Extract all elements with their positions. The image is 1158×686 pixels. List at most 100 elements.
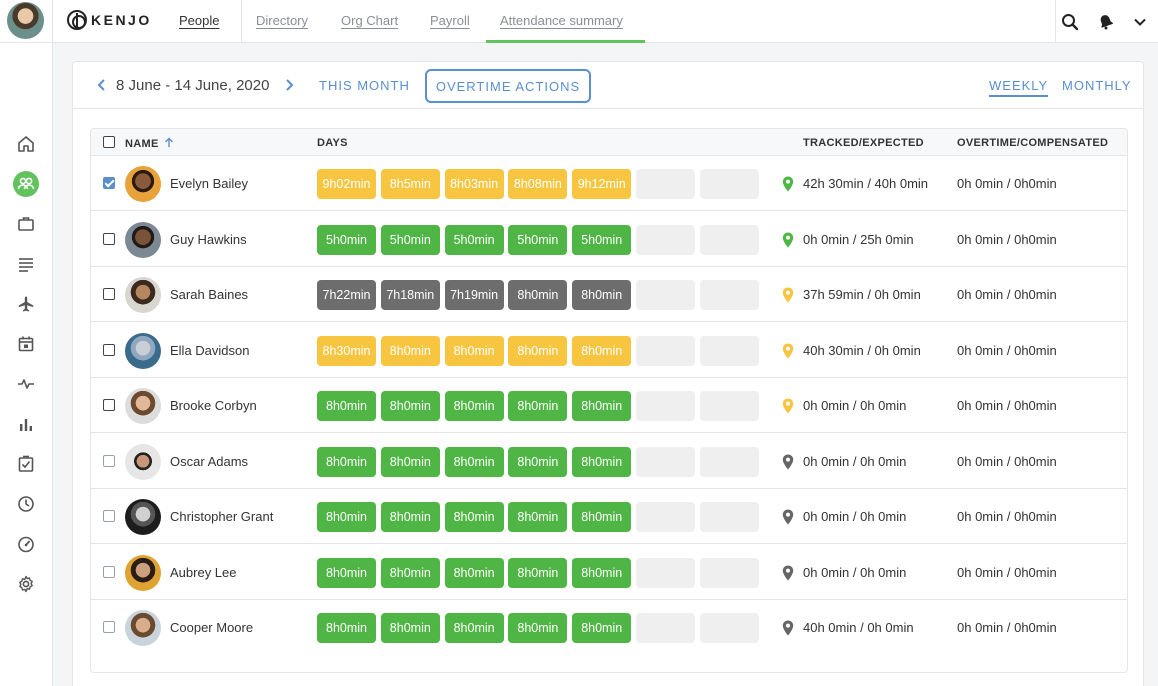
day-cell[interactable] [699, 502, 759, 532]
day-cell[interactable]: 8h0min [380, 613, 440, 643]
people-icon[interactable] [13, 171, 39, 197]
day-cell[interactable]: 8h0min [572, 335, 632, 366]
day-cell[interactable]: 8h0min [508, 280, 568, 310]
activity-icon[interactable] [13, 371, 39, 397]
day-cell[interactable]: 8h0min [444, 446, 504, 477]
day-cell[interactable]: 8h0min [444, 391, 504, 421]
day-cell[interactable] [636, 224, 695, 255]
search-icon[interactable] [1056, 8, 1084, 36]
day-cell[interactable]: 8h0min [572, 557, 632, 588]
nav-people[interactable]: People [179, 13, 219, 28]
day-cell[interactable]: 5h0min [380, 224, 440, 255]
table-row[interactable]: Guy Hawkins 5h0min 5h0min 5h0min 5h0min 5h0mi… [91, 212, 1127, 267]
clock-icon[interactable] [13, 491, 39, 517]
employee-name[interactable]: Brooke Corbyn [170, 398, 257, 413]
day-cell[interactable] [699, 335, 759, 366]
table-row[interactable]: Christopher Grant 8h0min 8h0min 8h0min 8h0mi… [91, 489, 1127, 544]
row-checkbox[interactable] [103, 232, 115, 245]
day-cell[interactable] [636, 335, 695, 366]
day-cell[interactable]: 8h0min [572, 280, 632, 310]
home-icon[interactable] [13, 131, 39, 157]
kenjo-logo[interactable]: KENJO [67, 10, 152, 30]
day-cell[interactable]: 8h5min [380, 169, 440, 199]
day-cell[interactable] [636, 391, 695, 421]
row-checkbox[interactable] [103, 343, 115, 356]
day-cell[interactable]: 8h30min [317, 335, 376, 366]
day-cell[interactable]: 8h0min [572, 391, 632, 421]
day-cell[interactable]: 8h0min [317, 391, 376, 421]
overtime-actions-button[interactable]: OVERTIME ACTIONS [425, 69, 591, 103]
day-cell[interactable] [636, 446, 695, 477]
row-checkbox[interactable] [103, 399, 115, 411]
tab-directory[interactable]: Directory [256, 13, 308, 28]
tab-attendance-summary[interactable]: Attendance summary [500, 13, 623, 28]
this-month-button[interactable]: THIS MONTH [319, 78, 410, 93]
day-cell[interactable] [636, 502, 695, 532]
day-cell[interactable]: 5h0min [444, 224, 504, 255]
employee-name[interactable]: Cooper Moore [170, 620, 253, 635]
employee-name[interactable]: Ella Davidson [170, 343, 250, 358]
day-cell[interactable] [699, 557, 759, 588]
plane-icon[interactable] [13, 291, 39, 317]
name-column-header[interactable]: NAME [125, 137, 174, 150]
employee-name[interactable]: Sarah Baines [170, 287, 248, 302]
checklist-icon[interactable] [13, 451, 39, 477]
row-checkbox[interactable] [103, 454, 115, 467]
row-checkbox[interactable] [103, 177, 115, 189]
select-all-checkbox[interactable] [103, 136, 115, 148]
day-cell[interactable]: 5h0min [317, 224, 376, 255]
day-cell[interactable]: 8h0min [508, 502, 568, 532]
day-cell[interactable]: 8h08min [508, 169, 568, 199]
day-cell[interactable]: 8h0min [317, 502, 376, 532]
tab-payroll[interactable]: Payroll [430, 13, 470, 28]
monthly-toggle[interactable]: MONTHLY [1062, 78, 1132, 93]
calendar-icon[interactable] [13, 331, 39, 357]
day-cell[interactable]: 8h0min [380, 557, 440, 588]
day-cell[interactable] [699, 280, 759, 310]
briefcase-icon[interactable] [13, 211, 39, 237]
day-cell[interactable]: 8h0min [572, 446, 632, 477]
day-cell[interactable] [699, 613, 759, 643]
table-row[interactable]: Evelyn Bailey 9h02min 8h5min 8h03min 8h08min… [91, 156, 1127, 211]
document-icon[interactable] [13, 251, 39, 277]
day-cell[interactable]: 5h0min [572, 224, 632, 255]
day-cell[interactable]: 7h18min [380, 280, 440, 310]
day-cell[interactable] [636, 280, 695, 310]
day-cell[interactable]: 7h22min [317, 280, 376, 310]
day-cell[interactable] [699, 224, 759, 255]
bar-chart-icon[interactable] [13, 411, 39, 437]
day-cell[interactable]: 8h0min [317, 557, 376, 588]
row-checkbox[interactable] [103, 565, 115, 578]
employee-name[interactable]: Oscar Adams [170, 454, 248, 469]
day-cell[interactable] [636, 613, 695, 643]
table-row[interactable]: Aubrey Lee 8h0min 8h0min 8h0min 8h0min 8h0min… [91, 545, 1127, 600]
next-week-chevron-right-icon[interactable] [282, 77, 296, 93]
day-cell[interactable]: 8h0min [380, 391, 440, 421]
day-cell[interactable]: 8h0min [444, 335, 504, 366]
employee-name[interactable]: Aubrey Lee [170, 565, 237, 580]
day-cell[interactable]: 8h0min [317, 446, 376, 477]
day-cell[interactable] [699, 169, 759, 199]
employee-name[interactable]: Evelyn Bailey [170, 176, 248, 191]
day-cell[interactable]: 8h0min [572, 613, 632, 643]
day-cell[interactable]: 8h0min [572, 502, 632, 532]
speedometer-icon[interactable] [13, 531, 39, 557]
employee-name[interactable]: Christopher Grant [170, 509, 273, 524]
table-row[interactable]: Ella Davidson 8h30min 8h0min 8h0min 8h0min 8h… [91, 323, 1127, 378]
day-cell[interactable]: 8h03min [444, 169, 504, 199]
prev-week-chevron-left-icon[interactable] [95, 77, 109, 93]
day-cell[interactable]: 8h0min [444, 502, 504, 532]
chevron-down-icon[interactable] [1126, 8, 1154, 36]
day-cell[interactable]: 8h0min [317, 613, 376, 643]
day-cell[interactable]: 8h0min [380, 446, 440, 477]
day-cell[interactable]: 8h0min [508, 446, 568, 477]
day-cell[interactable]: 5h0min [508, 224, 568, 255]
day-cell[interactable]: 8h0min [444, 557, 504, 588]
table-row[interactable]: Brooke Corbyn 8h0min 8h0min 8h0min 8h0min 8h0… [91, 378, 1127, 433]
row-checkbox[interactable] [103, 510, 115, 522]
day-cell[interactable] [699, 391, 759, 421]
day-cell[interactable]: 8h0min [508, 557, 568, 588]
bell-icon[interactable] [1092, 8, 1120, 36]
day-cell[interactable]: 8h0min [508, 613, 568, 643]
employee-name[interactable]: Guy Hawkins [170, 232, 247, 247]
